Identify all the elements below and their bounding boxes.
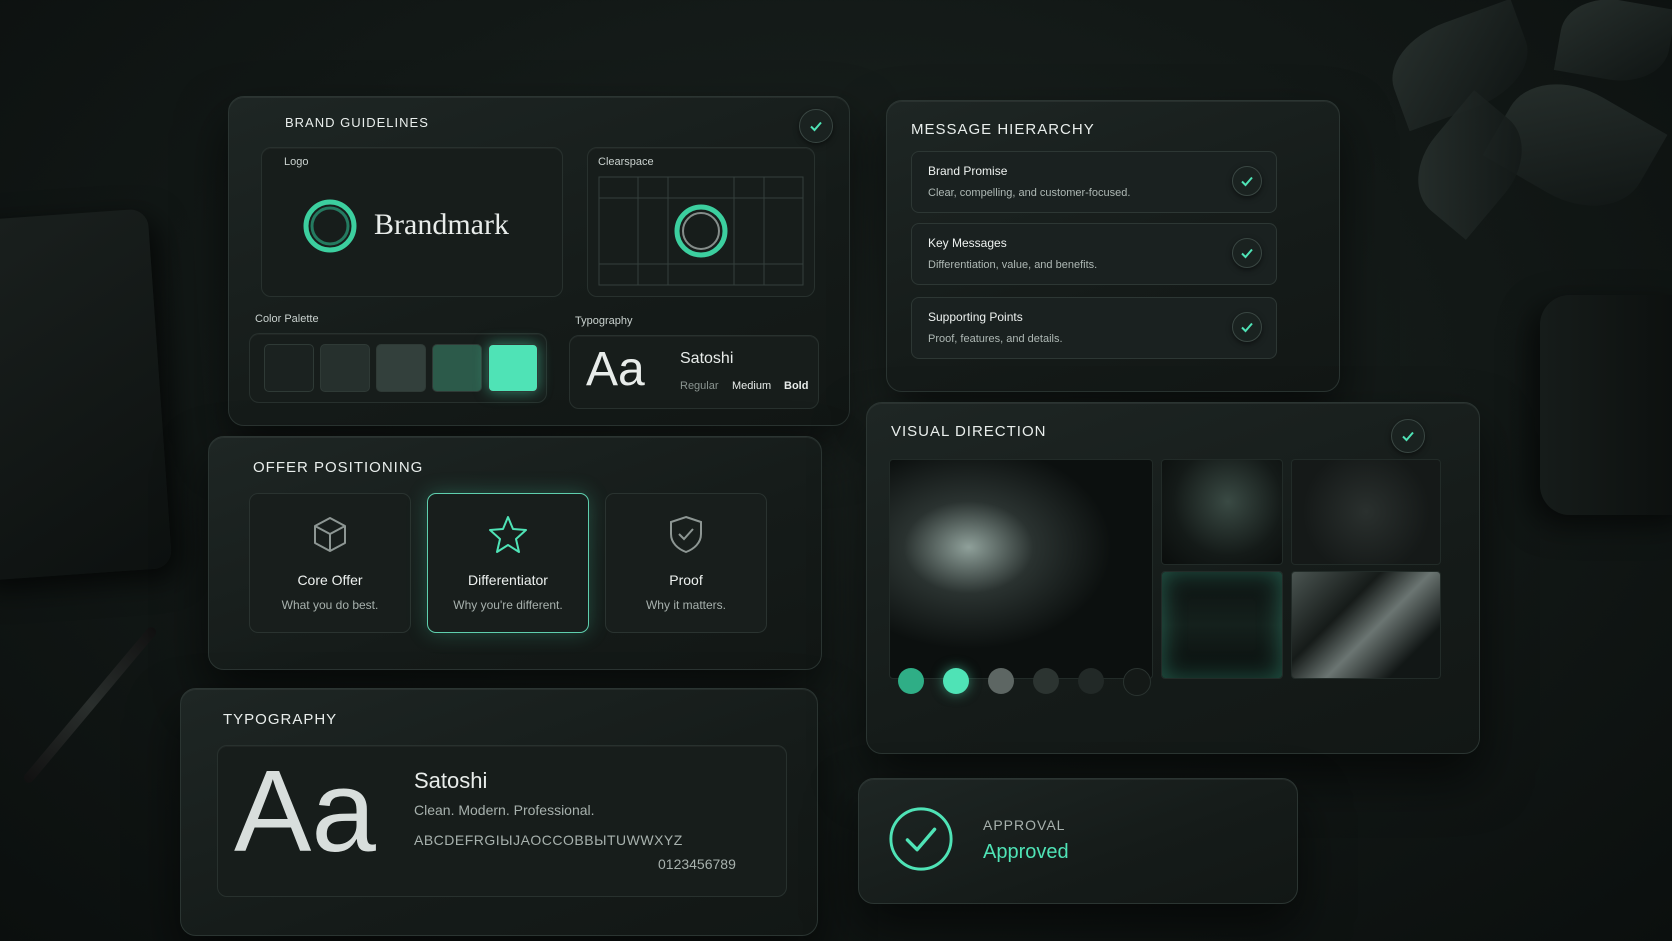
message-hierarchy-panel: MESSAGE HIERARCHY Brand Promise Clear, c… bbox=[886, 100, 1340, 392]
typography-panel: TYPOGRAPHY Aa Satoshi Clean. Modern. Pro… bbox=[180, 688, 818, 936]
approval-label: APPROVAL bbox=[983, 817, 1066, 833]
brand-guidelines-panel: BRAND GUIDELINES Logo Brandmark Clearspa… bbox=[228, 96, 850, 426]
typography-card: Aa Satoshi Regular Medium Bold bbox=[569, 335, 819, 409]
typography-sample: Aa bbox=[234, 746, 376, 876]
check-icon bbox=[1232, 238, 1262, 268]
star-icon bbox=[489, 516, 527, 553]
check-icon bbox=[1232, 312, 1262, 342]
visual-swatch-dot[interactable] bbox=[898, 668, 924, 694]
offer-positioning-panel: OFFER POSITIONING Core Offer What you do… bbox=[208, 436, 822, 670]
palette-swatch[interactable] bbox=[488, 344, 538, 392]
cube-icon bbox=[314, 517, 346, 552]
moodboard-image-neon-corridor[interactable] bbox=[1161, 571, 1283, 679]
moodboard-image-stone-texture[interactable] bbox=[1291, 459, 1441, 565]
message-row-desc: Proof, features, and details. bbox=[928, 333, 1063, 345]
approved-check-icon bbox=[889, 807, 953, 871]
palette-swatch[interactable] bbox=[432, 344, 482, 392]
typography-title: TYPOGRAPHY bbox=[223, 711, 338, 728]
offer-card-differentiator[interactable]: Differentiator Why you're different. bbox=[427, 493, 589, 633]
offer-card-core-offer[interactable]: Core Offer What you do best. bbox=[249, 493, 411, 633]
visual-direction-title: VISUAL DIRECTION bbox=[891, 423, 1047, 440]
color-palette-label: Color Palette bbox=[255, 313, 319, 325]
clearspace-grid-icon bbox=[598, 176, 804, 286]
visual-swatch-dot[interactable] bbox=[1033, 668, 1059, 694]
brand-guidelines-title: BRAND GUIDELINES bbox=[285, 115, 429, 130]
visual-swatch-dot[interactable] bbox=[943, 668, 969, 694]
logo-wordmark: Brandmark bbox=[374, 208, 509, 241]
weight-bold: Bold bbox=[784, 380, 809, 392]
mug-decor bbox=[1540, 295, 1672, 515]
message-row-brand-promise[interactable]: Brand Promise Clear, compelling, and cus… bbox=[911, 151, 1277, 213]
visual-direction-check-icon[interactable] bbox=[1391, 419, 1425, 453]
palette-swatch[interactable] bbox=[320, 344, 370, 392]
offer-positioning-title: OFFER POSITIONING bbox=[253, 459, 424, 476]
message-row-desc: Differentiation, value, and benefits. bbox=[928, 259, 1098, 271]
offer-card-name: Differentiator bbox=[468, 572, 548, 588]
clearspace-card: Clearspace bbox=[587, 147, 815, 297]
visual-swatch-dot[interactable] bbox=[1078, 668, 1104, 694]
typography-tagline: Clean. Modern. Professional. bbox=[414, 802, 595, 818]
weight-regular: Regular bbox=[680, 380, 719, 392]
brand-ring-logo-icon bbox=[303, 199, 357, 253]
message-row-title: Supporting Points bbox=[928, 310, 1023, 324]
typography-sample-card: Aa Satoshi Clean. Modern. Professional. … bbox=[217, 745, 787, 897]
shield-check-icon bbox=[670, 515, 702, 554]
typography-label: Typography bbox=[575, 315, 633, 327]
offer-card-name: Proof bbox=[669, 572, 703, 588]
offer-card-desc: Why you're different. bbox=[453, 598, 563, 612]
typography-digits: 0123456789 bbox=[658, 856, 736, 872]
pen-decor bbox=[21, 625, 159, 785]
moodboard-image-geometric[interactable] bbox=[1291, 571, 1441, 679]
offer-card-desc: What you do best. bbox=[281, 598, 379, 612]
offer-card-desc: Why it matters. bbox=[645, 598, 726, 612]
offer-card-name: Core Offer bbox=[297, 572, 363, 588]
font-name: Satoshi bbox=[680, 350, 734, 367]
logo-card: Logo Brandmark bbox=[261, 147, 563, 297]
visual-swatch-dot[interactable] bbox=[1123, 668, 1151, 696]
weight-medium: Medium bbox=[732, 380, 772, 392]
message-row-supporting-points[interactable]: Supporting Points Proof, features, and d… bbox=[911, 297, 1277, 359]
moodboard-image-abstract-waves[interactable] bbox=[889, 459, 1153, 679]
message-row-key-messages[interactable]: Key Messages Differentiation, value, and… bbox=[911, 223, 1277, 285]
color-palette-card bbox=[249, 333, 547, 403]
approval-status: Approved bbox=[983, 841, 1069, 863]
palette-swatch[interactable] bbox=[264, 344, 314, 392]
type-sample: Aa bbox=[586, 343, 645, 396]
moodboard-image-fern[interactable] bbox=[1161, 459, 1283, 565]
palette-swatch[interactable] bbox=[376, 344, 426, 392]
message-row-title: Key Messages bbox=[928, 236, 1007, 250]
message-row-desc: Clear, compelling, and customer-focused. bbox=[928, 187, 1131, 199]
brand-guidelines-check-icon[interactable] bbox=[799, 109, 833, 143]
visual-swatch-dot[interactable] bbox=[988, 668, 1014, 694]
message-row-title: Brand Promise bbox=[928, 164, 1008, 178]
approval-panel: APPROVAL Approved bbox=[858, 778, 1298, 904]
offer-card-proof[interactable]: Proof Why it matters. bbox=[605, 493, 767, 633]
logo-label: Logo bbox=[284, 156, 309, 168]
typography-alphabet: ABCDEFRGIЫJAOCCOBBЫTUWWXYZ bbox=[414, 832, 683, 848]
visual-direction-panel: VISUAL DIRECTION bbox=[866, 402, 1480, 754]
typography-font-name: Satoshi bbox=[414, 768, 488, 793]
notebook-decor bbox=[0, 208, 173, 582]
message-hierarchy-title: MESSAGE HIERARCHY bbox=[911, 121, 1095, 138]
plant-leaf-decor bbox=[1553, 0, 1672, 89]
clearspace-label: Clearspace bbox=[598, 156, 654, 168]
check-icon bbox=[1232, 166, 1262, 196]
